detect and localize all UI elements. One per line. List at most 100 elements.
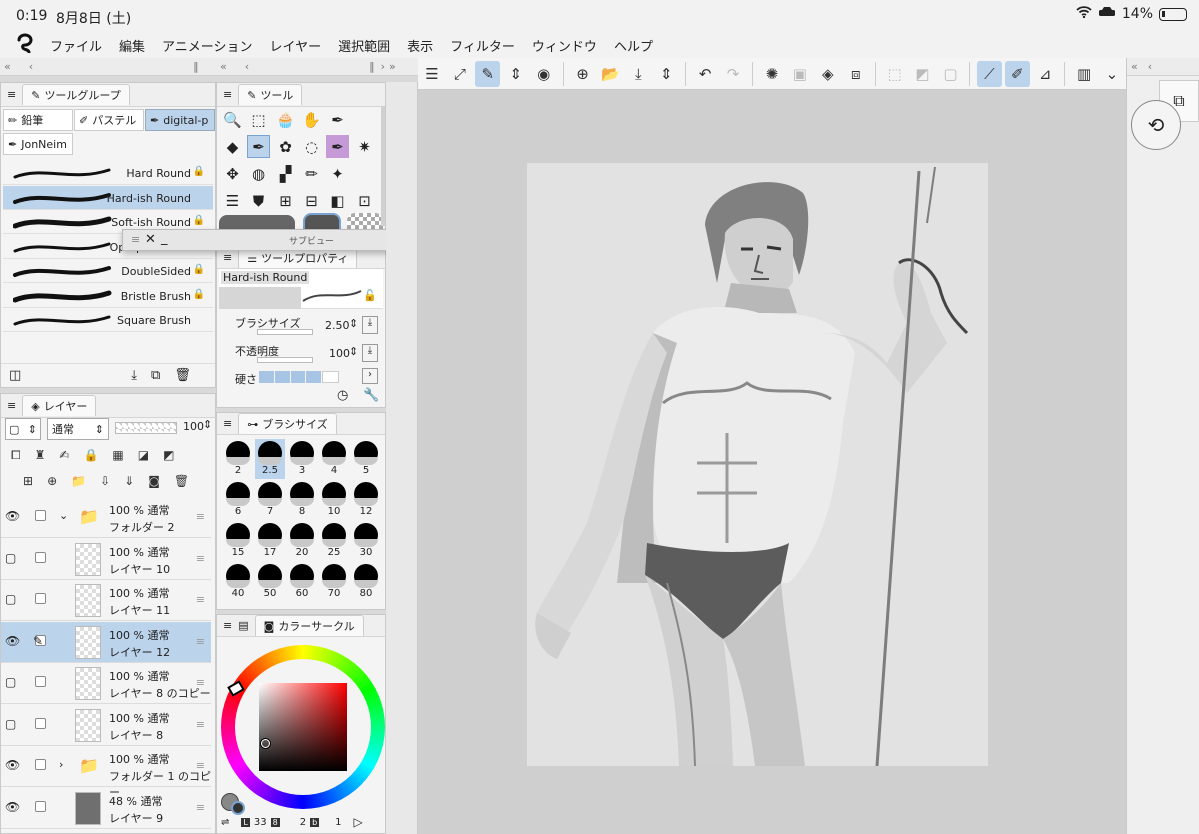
layer-row[interactable]: 👁 ✎ 100 % 通常 レイヤー 12 ≡ [1, 621, 211, 663]
lock-icon[interactable]: 🔒 [83, 448, 98, 462]
hardness-selector[interactable] [259, 371, 339, 383]
color-palette-icon[interactable]: ▤ [238, 619, 248, 632]
brush-size-preset[interactable]: 17 [255, 521, 285, 561]
group-tab-pastel[interactable]: ✐ パステル [74, 109, 144, 131]
panel-grip-icon[interactable]: ‖ [193, 60, 199, 73]
wrench-icon[interactable]: 🔧 [363, 388, 379, 403]
brush-size-preset[interactable]: 2.5 [255, 439, 285, 479]
layer-checkbox[interactable] [35, 676, 46, 687]
layer-checkbox[interactable] [35, 593, 46, 604]
perspective-snap-icon[interactable]: ⊿ [1033, 61, 1058, 87]
eraser-tool-icon[interactable]: ◆ [221, 135, 244, 158]
pencil-tool-icon[interactable]: ✏ [300, 162, 323, 185]
group-tab-jonneim[interactable]: ✒ JonNeim [3, 133, 73, 155]
menu-lines-icon[interactable]: ≡ [7, 399, 16, 412]
drag-handle-icon[interactable]: ≡ [196, 718, 205, 731]
brush-size-slider[interactable] [257, 329, 313, 335]
blend-mode-select[interactable]: 通常 ⇕ [47, 418, 109, 440]
open-folder-icon[interactable]: 📂 [598, 61, 623, 87]
new-vector-layer-icon[interactable]: ⊕ [47, 474, 57, 488]
transform-icon[interactable]: ⧈ [843, 61, 868, 87]
chevron-right-icon[interactable]: › [59, 758, 63, 771]
menu-view[interactable]: 表示 [407, 36, 433, 55]
mask-icon[interactable]: ◪ [138, 448, 149, 462]
duplicate-icon[interactable]: ⧉ [151, 368, 160, 383]
zoom-tool-icon[interactable]: 🔍 [221, 108, 244, 131]
brush-size-preset[interactable]: 6 [223, 480, 253, 520]
lock-transparent-icon[interactable]: ▦ [112, 448, 123, 462]
fill-tool-icon[interactable]: ⛊ [247, 189, 270, 212]
transfer-down-icon[interactable]: ⇩ [100, 474, 110, 488]
menu-lines-icon[interactable]: ≡ [223, 88, 232, 101]
pen-pressure-icon[interactable]: ✎ [475, 60, 501, 87]
menu-lines-icon[interactable]: ≡ [131, 233, 140, 246]
effect-tool-icon[interactable]: 🧁 [274, 108, 297, 131]
reference-icon[interactable]: ♜ [35, 448, 46, 462]
brush-size-preset[interactable]: 8 [287, 480, 317, 520]
layer-checkbox[interactable] [35, 551, 46, 563]
collapse-left-icon[interactable]: « [1131, 60, 1138, 73]
brush-size-preset[interactable]: 70 [319, 562, 349, 602]
eye-icon[interactable]: 👁 [5, 634, 20, 648]
pen-tool-icon[interactable]: ✒ [247, 135, 270, 158]
brush-size-preset[interactable]: 4 [319, 439, 349, 479]
layer-color-select[interactable]: ▢ ⇕ [5, 418, 41, 440]
panel-grip-icon[interactable]: ‖ [369, 60, 375, 73]
download-icon[interactable]: ⤓ [131, 368, 137, 383]
play-icon[interactable]: ▷ [354, 815, 363, 829]
merge-down-icon[interactable]: ⇓ [124, 474, 134, 488]
updown-icon[interactable]: ⇕ [654, 61, 679, 87]
deselect-icon[interactable]: ⬚ [882, 61, 907, 87]
eye-icon[interactable]: 👁 [5, 758, 20, 772]
drag-handle-icon[interactable]: ≡ [196, 552, 205, 565]
eye-icon[interactable]: 👁 [5, 509, 20, 523]
airbrush-tool-icon[interactable]: ✒ [326, 135, 349, 158]
collapse-right-icon[interactable]: » [389, 60, 396, 73]
invert-selection-icon[interactable]: ◩ [910, 61, 935, 87]
close-icon[interactable]: ✕ [145, 232, 156, 247]
chevron-down-icon[interactable]: ⌄ [59, 509, 68, 522]
settings-icon[interactable]: ◫ [9, 368, 21, 383]
menu-lines-icon[interactable]: ≡ [223, 251, 232, 264]
chevron-left-icon[interactable]: ‹ [245, 60, 249, 73]
updown-icon[interactable]: ⇕ [503, 61, 528, 87]
chevron-right-icon[interactable]: › [362, 368, 378, 384]
layer-checkbox[interactable] [35, 717, 46, 729]
fit-canvas-icon[interactable]: ⤢ [447, 61, 472, 87]
menu-layer[interactable]: レイヤー [270, 36, 322, 55]
chevron-down-icon[interactable]: ⌄ [1100, 61, 1125, 87]
trash-icon[interactable]: 🗑 [174, 368, 191, 383]
hsv-toggle-icon[interactable]: ⇌ [221, 817, 229, 828]
canvas-paper[interactable] [527, 163, 988, 767]
hidden-icon[interactable]: ▢ [5, 717, 16, 731]
table-tool-icon[interactable]: ⊡ [353, 189, 376, 212]
menu-animation[interactable]: アニメーション [162, 36, 252, 55]
menu-selection[interactable]: 選択範囲 [338, 36, 390, 55]
brush-item[interactable]: Bristle Brush 🔒 [3, 284, 213, 308]
menu-edit[interactable]: 編集 [119, 36, 145, 55]
menu-help[interactable]: ヘルプ [614, 36, 653, 55]
brush-size-preset[interactable]: 10 [319, 480, 349, 520]
drag-handle-icon[interactable]: ≡ [196, 801, 205, 814]
hidden-icon[interactable]: ▢ [5, 675, 16, 689]
tools-scrollbar[interactable] [381, 106, 385, 226]
menu-lines-icon[interactable]: ≡ [223, 417, 232, 430]
selection-border-icon[interactable]: ▢ [938, 61, 963, 87]
save-icon[interactable]: ⤓ [626, 61, 651, 87]
new-raster-layer-icon[interactable]: ⊞ [23, 474, 33, 488]
clock-icon[interactable]: ◷ [337, 388, 348, 403]
brush-size-preset[interactable]: 2 [223, 439, 253, 479]
brush-size-preset[interactable]: 25 [319, 521, 349, 561]
brush-item[interactable]: Hard-ish Round [3, 185, 213, 210]
clip-icon[interactable]: ⧠ [11, 448, 21, 463]
layer-row[interactable]: ▢ 100 % 通常 レイヤー 8 ≡ [1, 705, 211, 746]
ruler-snap-icon[interactable]: ⟋ [976, 60, 1002, 87]
brush-size-preset[interactable]: 3 [287, 439, 317, 479]
drag-handle-icon[interactable]: ≡ [196, 510, 205, 523]
group-tab-digital-p[interactable]: ✒ digital-p [145, 109, 215, 131]
balloon-tool-icon[interactable]: ⊟ [300, 189, 323, 212]
color-cursor[interactable] [261, 739, 270, 748]
layer-mask-icon[interactable]: ◙ [148, 474, 160, 488]
drag-handle-icon[interactable]: ≡ [196, 759, 205, 772]
hidden-icon[interactable]: ▢ [5, 551, 16, 565]
